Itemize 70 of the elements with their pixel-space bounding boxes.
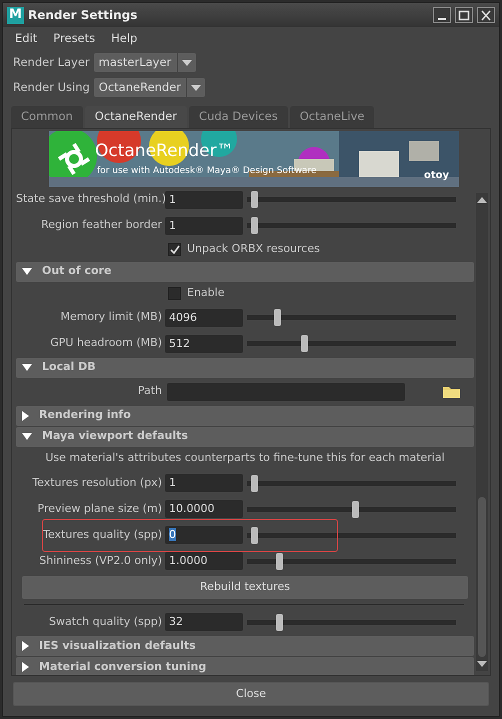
tab[interactable]: OctaneRender [84,106,188,128]
field-label: Textures resolution (px) [31,474,163,491]
dropdown[interactable]: masterLayer [94,53,196,72]
number-field[interactable]: 1 [165,190,243,208]
slider-thumb[interactable] [251,191,258,208]
collapsed-icon [22,410,29,420]
number-field[interactable]: 512 [165,334,243,352]
expanded-icon [22,364,32,371]
field-label: Preview plane size (m) [36,500,163,517]
collapsed-icon [22,641,29,651]
section-header[interactable]: Maya viewport defaults [16,426,474,446]
dropdown[interactable]: OctaneRender [94,78,206,98]
description-text: Use material's attributes counterparts to fine-tune this for each material [44,450,446,466]
field-label: Path [136,383,163,400]
expanded-icon [22,433,32,440]
number-field[interactable]: 1.0000 [165,552,243,570]
tab[interactable]: Cuda Devices [189,106,288,128]
number-field[interactable]: 0 [165,526,243,544]
slider-thumb[interactable] [251,217,258,234]
collapsed-icon [22,662,29,672]
field-label: Region feather border [40,217,163,234]
field-label: Swatch quality (spp) [48,614,163,630]
field-label: State save threshold (min.) [16,191,165,208]
field-label: Shininess (VP2.0 only) [38,552,163,569]
checkbox[interactable] [168,287,181,300]
section-header[interactable]: Out of core [16,262,474,282]
slider-thumb[interactable] [276,552,284,570]
slider-thumb[interactable] [251,474,258,492]
slider-thumb[interactable] [251,526,258,544]
rebuild-button[interactable]: Rebuild textures [22,576,468,599]
window-title: Render Settings [28,7,138,24]
caret-icon [191,84,202,91]
folder-icon[interactable] [443,384,460,398]
maximize-icon[interactable] [455,7,473,23]
slider-thumb[interactable] [301,335,308,352]
brand-logo: otoy [424,168,449,182]
checkbox-label: Enable [187,285,224,302]
checkbox-label: Unpack ORBX resources [187,241,320,258]
section-header[interactable]: Rendering info [16,406,474,426]
field-label: Render Layer [13,54,90,72]
section-header[interactable]: Material conversion tuning [16,657,474,675]
path-field[interactable] [167,382,405,400]
minimize-icon[interactable] [433,7,451,23]
slider-thumb[interactable] [274,309,282,326]
banner-subtitle: for use with Autodesk® Maya® Design Software [97,164,316,178]
logo-icon [57,142,91,176]
checkbox[interactable] [168,243,181,256]
expanded-icon [22,268,32,275]
tab[interactable]: OctaneLive [290,106,374,128]
section-header[interactable]: IES visualization defaults [16,636,474,656]
number-field[interactable]: 10.0000 [165,500,243,518]
menu-item[interactable]: Edit [15,30,38,48]
field-label: Render Using [13,79,90,96]
field-label: GPU headroom (MB) [49,335,163,352]
app-logo: M [7,6,24,24]
menu-item[interactable]: Help [111,30,138,48]
section-header[interactable]: Local DB [16,358,474,378]
menu-item[interactable]: Presets [53,30,96,48]
number-field[interactable]: 32 [165,613,243,631]
close-icon[interactable] [477,7,495,23]
field-label: Memory limit (MB) [59,309,163,326]
caret-icon [182,60,192,66]
slider-thumb[interactable] [276,614,284,630]
number-field[interactable]: 1 [165,216,243,234]
number-field[interactable]: 1 [165,474,243,492]
slider-thumb[interactable] [352,500,358,518]
close-button[interactable]: Close [13,682,489,706]
field-label: Textures quality (spp) [42,526,163,543]
tab[interactable]: Common [11,106,83,128]
number-field[interactable]: 4096 [165,308,243,326]
